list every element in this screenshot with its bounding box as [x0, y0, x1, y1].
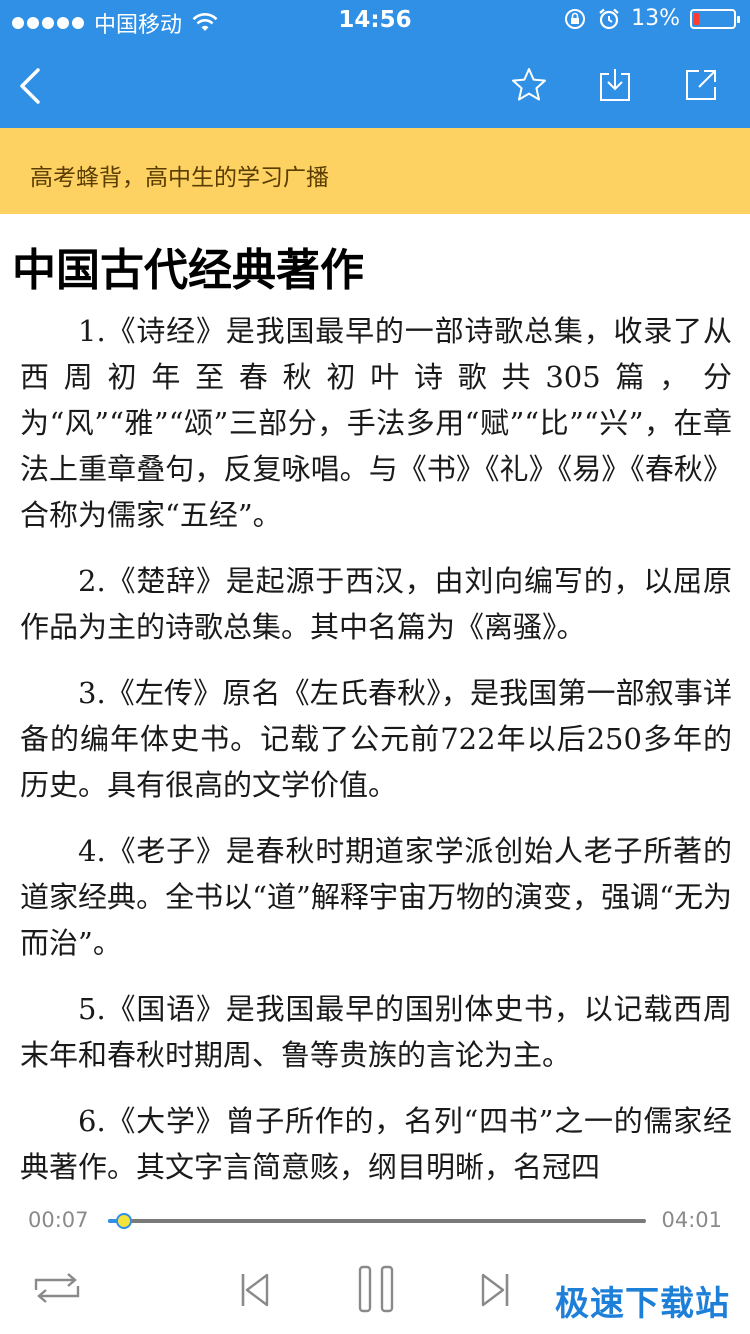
back-chevron-icon[interactable]	[12, 64, 52, 108]
previous-icon[interactable]	[238, 1270, 272, 1310]
app-header: 中国移动 14:56 13%	[0, 0, 750, 128]
next-icon[interactable]	[478, 1270, 512, 1310]
article-paragraph: 2.《楚辞》是起源于西汉，由刘向编写的，以屈原作品为主的诗歌总集。其中名篇为《离…	[20, 564, 732, 644]
rotation-lock-icon	[565, 8, 586, 29]
total-time: 04:01	[661, 1208, 722, 1232]
pause-icon[interactable]	[356, 1264, 396, 1314]
article-paragraph: 4.《老子》是春秋时期道家学派创始人老子所著的道家经典。全书以“道”解释宇宙万物…	[20, 834, 732, 960]
download-icon[interactable]	[596, 66, 634, 104]
battery-percent: 13%	[631, 6, 680, 31]
star-icon[interactable]	[510, 66, 548, 104]
status-right: 13%	[563, 6, 740, 31]
progress-slider[interactable]	[108, 1213, 646, 1229]
alarm-icon	[599, 8, 619, 29]
signal-strength-icon	[12, 17, 84, 29]
article-paragraph: 5.《国语》是我国最早的国别体史书，以记载西周末年和春秋时期周、鲁等贵族的言论为…	[20, 992, 732, 1072]
nav-actions	[510, 66, 720, 104]
share-icon[interactable]	[682, 66, 720, 104]
status-left: 中国移动	[12, 7, 218, 39]
status-bar: 中国移动 14:56 13%	[0, 0, 750, 40]
progress-thumb[interactable]	[115, 1213, 132, 1229]
article-content: 中国古代经典著作 1.《诗经》是我国最早的一部诗歌总集，收录了从西周初年至春秋初…	[0, 214, 750, 1198]
repeat-icon[interactable]	[30, 1268, 84, 1308]
carrier-name: 中国移动	[94, 13, 183, 38]
wifi-icon	[192, 13, 218, 31]
article-paragraph: 1.《诗经》是我国最早的一部诗歌总集，收录了从西周初年至春秋初叶诗歌共305篇，…	[20, 314, 732, 532]
battery-icon	[690, 8, 740, 29]
banner-text: 高考蜂背，高中生的学习广播	[30, 165, 329, 191]
nav-bar	[0, 40, 750, 128]
article-title: 中国古代经典著作	[12, 245, 364, 296]
current-time: 00:07	[28, 1208, 89, 1232]
article-paragraph: 3.《左传》原名《左氏春秋》，是我国第一部叙事详备的编年体史书。记载了公元前72…	[20, 676, 732, 802]
audio-player: 00:07 04:01 极速下载站	[0, 1198, 750, 1334]
article-paragraphs: 1.《诗经》是我国最早的一部诗歌总集，收录了从西周初年至春秋初叶诗歌共305篇，…	[20, 308, 732, 1198]
promo-banner[interactable]: 高考蜂背，高中生的学习广播	[0, 128, 750, 214]
article-paragraph: 6.《大学》曾子所作的，名列“四书”之一的儒家经典著作。其文字言简意赅，纲目明晰…	[20, 1104, 732, 1184]
watermark-logo: 极速下载站	[555, 1284, 730, 1324]
battery-fill	[694, 12, 699, 25]
